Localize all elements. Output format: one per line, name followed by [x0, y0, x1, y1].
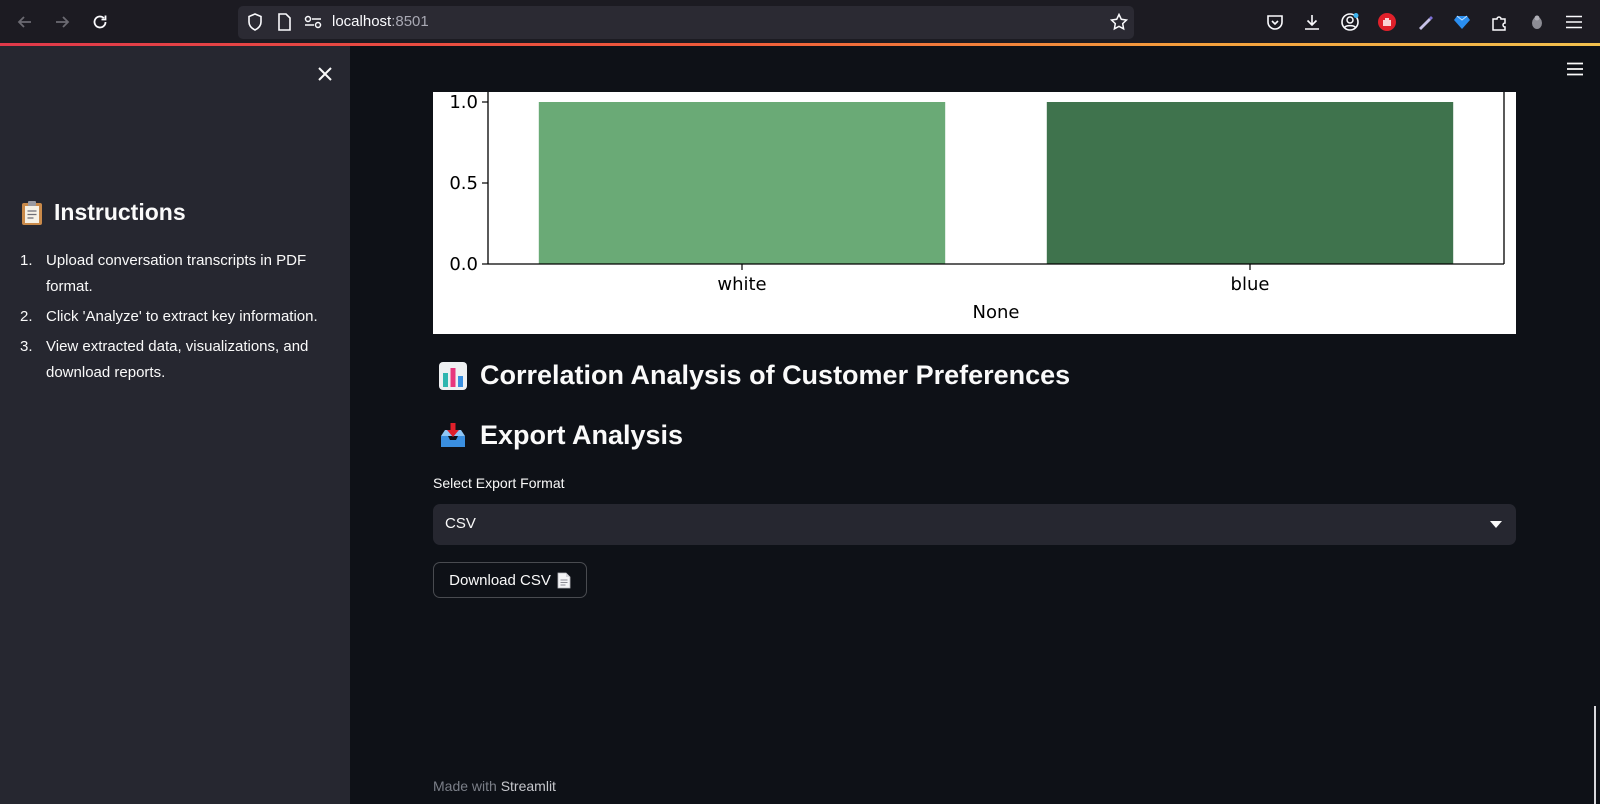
- inbox-tray-icon: [441, 422, 465, 447]
- reload-button[interactable]: [88, 10, 112, 34]
- browser-toolbar: localhost:8501: [0, 0, 1600, 43]
- export-format-label: Select Export Format: [433, 475, 565, 491]
- clipboard-icon: [22, 200, 42, 225]
- arrow-right-icon: [56, 16, 70, 28]
- download-button-label: Download CSV: [449, 571, 551, 589]
- browser-menu-icon[interactable]: [1563, 11, 1585, 33]
- document-icon: [557, 572, 571, 588]
- bar-blue: [1046, 102, 1454, 264]
- close-icon: [318, 67, 332, 81]
- y-tick-label: 0.0: [449, 254, 478, 275]
- back-button[interactable]: [13, 10, 37, 34]
- account-icon[interactable]: [1339, 11, 1361, 33]
- list-item: 3. View extracted data, visualizations, …: [20, 334, 338, 386]
- step-number: 2.: [20, 308, 33, 325]
- x-tick-label: blue: [1231, 274, 1270, 295]
- correlation-title-text: Correlation Analysis of Customer Prefere…: [480, 360, 1071, 390]
- list-item: 1. Upload conversation transcripts in PD…: [20, 248, 338, 300]
- y-tick-label: 1.0: [449, 92, 478, 113]
- extensions-puzzle-icon[interactable]: [1488, 11, 1510, 33]
- select-value: CSV: [445, 515, 476, 532]
- x-tick-label: white: [717, 274, 766, 295]
- sidebar-title-text: Instructions: [54, 199, 186, 225]
- x-axis-label: None: [973, 302, 1020, 323]
- reload-icon: [93, 15, 107, 29]
- shield-icon[interactable]: [244, 11, 266, 33]
- correlation-section-title: Correlation Analysis of Customer Prefere…: [438, 360, 1070, 391]
- extension-stop-hand-icon[interactable]: [1376, 11, 1398, 33]
- bar-chart: 0.0 0.5 1.0 white blue None: [433, 92, 1516, 334]
- chevron-down-icon: [1490, 521, 1502, 528]
- step-number: 1.: [20, 252, 33, 269]
- instructions-list: 1. Upload conversation transcripts in PD…: [20, 248, 338, 390]
- extension-pen-icon[interactable]: [1414, 11, 1436, 33]
- arrow-left-icon: [17, 16, 31, 28]
- page-info-icon[interactable]: [273, 11, 295, 33]
- download-csv-button[interactable]: Download CSV: [433, 562, 587, 598]
- export-title-text: Export Analysis: [480, 420, 684, 450]
- list-item: 2. Click 'Analyze' to extract key inform…: [20, 304, 338, 330]
- sidebar-title: Instructions: [20, 199, 186, 226]
- bookmark-star-icon[interactable]: [1108, 11, 1130, 33]
- url-text[interactable]: localhost:8501: [332, 13, 429, 30]
- forward-button[interactable]: [50, 10, 74, 34]
- url-port: :8501: [391, 13, 429, 30]
- footer: Made with Streamlit: [433, 778, 556, 794]
- bar-white: [538, 102, 946, 264]
- pocket-icon[interactable]: [1264, 11, 1286, 33]
- step-number: 3.: [20, 338, 33, 355]
- url-host: localhost: [332, 13, 392, 30]
- step-text: Upload conversation transcripts in PDF f…: [46, 252, 307, 295]
- footer-prefix: Made with: [433, 778, 501, 794]
- sidebar-close-button[interactable]: [314, 63, 336, 85]
- scrollbar-thumb[interactable]: [1594, 706, 1596, 804]
- extension-gray-icon[interactable]: [1526, 11, 1548, 33]
- downloads-icon[interactable]: [1301, 11, 1323, 33]
- hamburger-icon: [1567, 62, 1583, 76]
- app-menu-button[interactable]: [1565, 61, 1585, 77]
- chart-svg: 0.0 0.5 1.0 white blue None: [449, 92, 1505, 323]
- footer-brand-link[interactable]: Streamlit: [501, 778, 556, 794]
- bar-chart-icon: [439, 361, 467, 390]
- step-text: View extracted data, visualizations, and…: [46, 338, 309, 381]
- y-tick-label: 0.5: [449, 173, 478, 194]
- export-format-select[interactable]: CSV: [433, 504, 1516, 545]
- sidebar: Instructions 1. Upload conversation tran…: [0, 46, 350, 804]
- step-text: Click 'Analyze' to extract key informati…: [46, 308, 318, 325]
- export-section-title: Export Analysis: [438, 420, 683, 451]
- extension-diamond-icon[interactable]: [1451, 11, 1473, 33]
- permissions-icon[interactable]: [302, 11, 324, 33]
